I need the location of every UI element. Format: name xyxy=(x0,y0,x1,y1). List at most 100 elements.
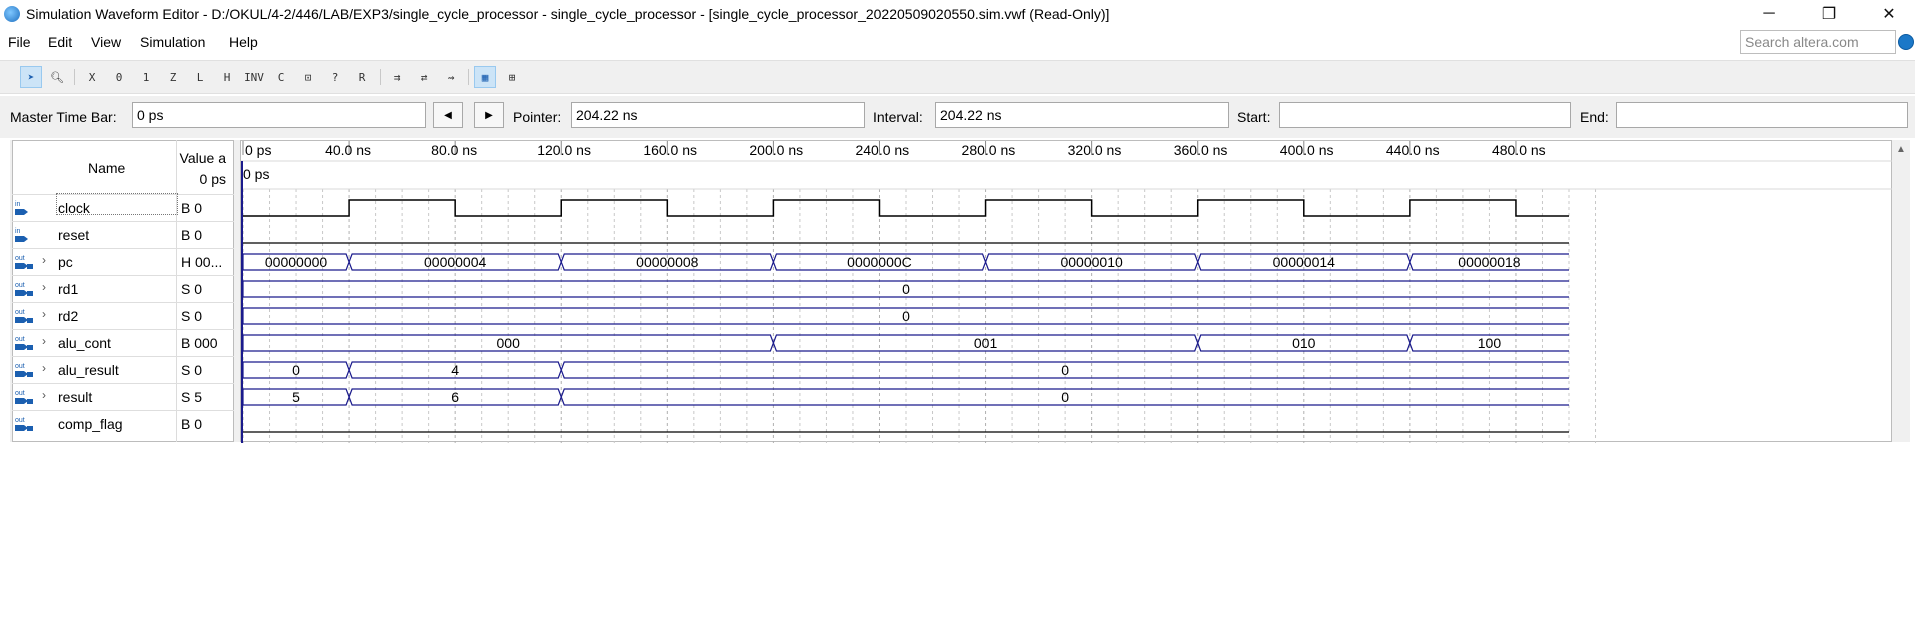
bus-value-label: 0000000C xyxy=(847,254,912,270)
signal-value: B 0 xyxy=(181,227,203,243)
vertical-scrollbar[interactable]: ▲ xyxy=(1892,140,1910,442)
menu-simulation[interactable]: Simulation xyxy=(140,34,205,50)
bus-value-label: 000 xyxy=(497,335,521,351)
master-time-bar-field[interactable]: 0 ps xyxy=(132,102,426,128)
end-field[interactable] xyxy=(1616,102,1908,128)
svg-text:out: out xyxy=(15,336,25,343)
end-label: End: xyxy=(1580,109,1609,125)
svg-text:out: out xyxy=(15,390,25,397)
bus-value-label: 0 xyxy=(902,308,910,324)
menu-edit[interactable]: Edit xyxy=(48,34,72,50)
pointer-label: Pointer: xyxy=(513,109,562,125)
signal-value: S 0 xyxy=(181,308,203,324)
signal-name: rd2 xyxy=(58,308,79,324)
input-pin-icon: in xyxy=(14,227,36,243)
uninitialized-icon[interactable]: X xyxy=(81,66,103,88)
expand-chevron-icon[interactable]: › xyxy=(42,280,46,294)
scroll-up-icon[interactable]: ▲ xyxy=(1896,144,1906,155)
signal-row-alu-cont[interactable]: out › alu_cont B 000 xyxy=(12,329,234,355)
svg-text:out: out xyxy=(15,309,25,316)
waveform-area[interactable]: 0 ps 40.0 ns 80.0 ns 120.0 ns 160.0 ns 200.0 … xyxy=(240,140,1893,443)
snap-transition-icon[interactable]: ⇄ xyxy=(413,66,435,88)
interval-field[interactable]: 204.22 ns xyxy=(935,102,1229,128)
force-high-icon[interactable]: 1 xyxy=(135,66,157,88)
invert-icon[interactable]: INV xyxy=(243,66,265,88)
bus-value-label: 00000014 xyxy=(1273,254,1336,270)
master-time-bar-label: Master Time Bar: xyxy=(10,109,117,125)
menu-help[interactable]: Help xyxy=(229,34,258,50)
next-transition-button[interactable]: ▶ xyxy=(474,102,504,128)
signal-name: alu_cont xyxy=(58,335,111,351)
minimize-button[interactable]: ─ xyxy=(1746,2,1792,26)
zoom-icon[interactable]: 🔍︎ xyxy=(46,66,68,88)
weak-low-icon[interactable]: L xyxy=(189,66,211,88)
signal-name: reset xyxy=(58,227,90,243)
expand-chevron-icon[interactable]: › xyxy=(42,361,46,375)
pointer-field[interactable]: 204.22 ns xyxy=(571,102,865,128)
signal-row-alu-result[interactable]: out › alu_result S 0 xyxy=(12,356,234,382)
close-button[interactable]: ✕ xyxy=(1866,2,1912,26)
waveform-canvas[interactable]: 0 ps 40.0 ns 80.0 ns 120.0 ns 160.0 ns 200.0 … xyxy=(241,141,1893,443)
name-column-header[interactable]: Name xyxy=(88,160,125,176)
prev-transition-button[interactable]: ◀ xyxy=(433,102,463,128)
restore-button[interactable]: ❐ xyxy=(1806,2,1852,26)
input-pin-icon: in xyxy=(14,200,36,216)
overwrite-icon[interactable]: ⊞ xyxy=(501,66,523,88)
select-icon[interactable]: ➤ xyxy=(20,66,42,88)
value-column-header[interactable]: Value a 0 ps xyxy=(178,148,226,190)
high-impedance-icon[interactable]: Z xyxy=(162,66,184,88)
expand-chevron-icon[interactable]: › xyxy=(42,334,46,348)
signal-row-rd2[interactable]: out › rd2 S 0 xyxy=(12,302,234,328)
bus-value-label: 00000010 xyxy=(1060,254,1123,270)
signal-value: B 0 xyxy=(181,200,203,216)
output-pin-icon: out xyxy=(14,335,36,351)
signal-value: S 0 xyxy=(181,281,203,297)
bus-value-label: 4 xyxy=(451,362,459,378)
time-tick-label: 120.0 ns xyxy=(537,142,591,158)
bus-value-label: 001 xyxy=(974,335,998,351)
search-input[interactable]: Search altera.com xyxy=(1740,30,1896,54)
bus-value-label: 0 xyxy=(1061,362,1069,378)
expand-chevron-icon[interactable]: › xyxy=(42,307,46,321)
svg-text:out: out xyxy=(15,417,25,424)
output-pin-icon: out xyxy=(14,416,36,432)
signal-row-reset[interactable]: in reset B 0 xyxy=(12,221,234,247)
start-field[interactable] xyxy=(1279,102,1571,128)
count-value-icon[interactable]: C xyxy=(270,66,292,88)
weak-high-icon[interactable]: H xyxy=(216,66,238,88)
snap-grid-icon[interactable]: ⇉ xyxy=(386,66,408,88)
signal-value: B 0 xyxy=(181,416,203,432)
bus-value-label: 00000018 xyxy=(1458,254,1521,270)
signal-row-comp-flag[interactable]: out comp_flag B 0 xyxy=(12,410,234,436)
bus-value-label: 100 xyxy=(1478,335,1502,351)
time-tick-label: 200.0 ns xyxy=(749,142,803,158)
menu-view[interactable]: View xyxy=(91,34,121,50)
value-column-header-line1: Value a xyxy=(179,150,226,166)
force-low-icon[interactable]: 0 xyxy=(108,66,130,88)
toolbar-separator xyxy=(74,69,75,85)
clock-value-icon[interactable]: ⊡ xyxy=(297,66,319,88)
time-tick-label: 400.0 ns xyxy=(1280,142,1334,158)
bus-value-label: 010 xyxy=(1292,335,1316,351)
arbitrary-value-icon[interactable]: ? xyxy=(324,66,346,88)
time-tick-label: 280.0 ns xyxy=(962,142,1016,158)
signal-value: H 00... xyxy=(181,254,223,270)
signal-row-rd1[interactable]: out › rd1 S 0 xyxy=(12,275,234,301)
signal-name: result xyxy=(58,389,93,405)
trace-icon[interactable]: ⇝ xyxy=(440,66,462,88)
expand-chevron-icon[interactable]: › xyxy=(42,388,46,402)
time-bar: Master Time Bar: 0 ps ◀ ▶ Pointer: 204.2… xyxy=(0,96,1915,138)
random-value-icon[interactable]: R xyxy=(351,66,373,88)
signal-value: S 5 xyxy=(181,389,203,405)
time-tick-label: 480.0 ns xyxy=(1492,142,1546,158)
grid-icon[interactable]: ▦ xyxy=(474,66,496,88)
bus-value-label: 00000000 xyxy=(265,254,328,270)
menu-file[interactable]: File xyxy=(8,34,31,50)
bus-value-label: 00000008 xyxy=(636,254,699,270)
time-tick-label: 160.0 ns xyxy=(643,142,697,158)
signal-row-result[interactable]: out › result S 5 xyxy=(12,383,234,409)
expand-chevron-icon[interactable]: › xyxy=(42,253,46,267)
signal-row-pc[interactable]: out › pc H 00... xyxy=(12,248,234,274)
start-label: Start: xyxy=(1237,109,1271,125)
globe-icon[interactable] xyxy=(1898,34,1914,50)
